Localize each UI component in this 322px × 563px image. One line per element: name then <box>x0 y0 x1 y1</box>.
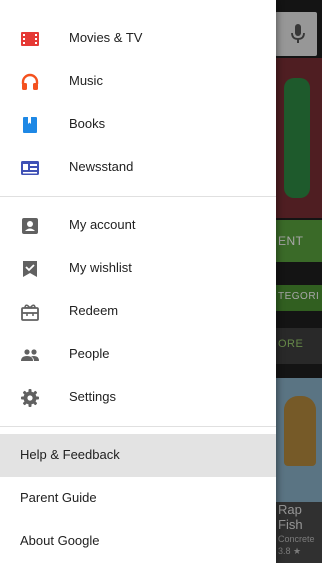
drawer-item-help-feedback[interactable]: Help & Feedback <box>0 434 276 477</box>
gift-icon <box>20 302 40 322</box>
drawer-item-movies-tv[interactable]: Movies & TV <box>0 17 276 60</box>
drawer-item-books[interactable]: Books <box>0 103 276 146</box>
drawer-item-my-wishlist[interactable]: My wishlist <box>0 247 276 290</box>
drawer-item-label: Settings <box>69 389 116 404</box>
drawer-item-people[interactable]: People <box>0 333 276 376</box>
movies-tv-icon <box>20 29 40 49</box>
drawer-divider <box>0 196 276 197</box>
drawer-item-label: Music <box>69 73 103 88</box>
drawer-item-label: Parent Guide <box>20 490 97 505</box>
drawer-item-label: Movies & TV <box>69 30 143 45</box>
gear-icon <box>20 388 40 408</box>
drawer-item-newsstand[interactable]: Newsstand <box>0 146 276 189</box>
drawer-item-label: My wishlist <box>69 260 132 275</box>
drawer-item-label: Books <box>69 116 106 131</box>
drawer-item-settings[interactable]: Settings <box>0 376 276 419</box>
drawer-item-about-google[interactable]: About Google <box>0 520 276 563</box>
drawer-item-label: About Google <box>20 533 100 548</box>
drawer-item-label: Newsstand <box>69 159 134 174</box>
drawer-item-label: Redeem <box>69 303 119 318</box>
drawer-item-label: People <box>69 346 110 361</box>
drawer-item-music[interactable]: Music <box>0 60 276 103</box>
newsstand-icon <box>20 158 40 178</box>
book-icon <box>20 115 40 135</box>
headphones-icon <box>20 72 40 92</box>
drawer-item-label: Help & Feedback <box>20 447 120 462</box>
drawer-item-my-account[interactable]: My account <box>0 204 276 247</box>
drawer-item-parent-guide[interactable]: Parent Guide <box>0 477 276 520</box>
navigation-drawer: Movies & TV Music Books Newsstand My acc… <box>0 0 276 563</box>
drawer-item-label: My account <box>69 217 136 232</box>
people-icon <box>20 345 40 365</box>
drawer-item-redeem[interactable]: Redeem <box>0 290 276 333</box>
account-icon <box>20 216 40 236</box>
wishlist-icon <box>20 259 40 279</box>
drawer-divider <box>0 426 276 427</box>
